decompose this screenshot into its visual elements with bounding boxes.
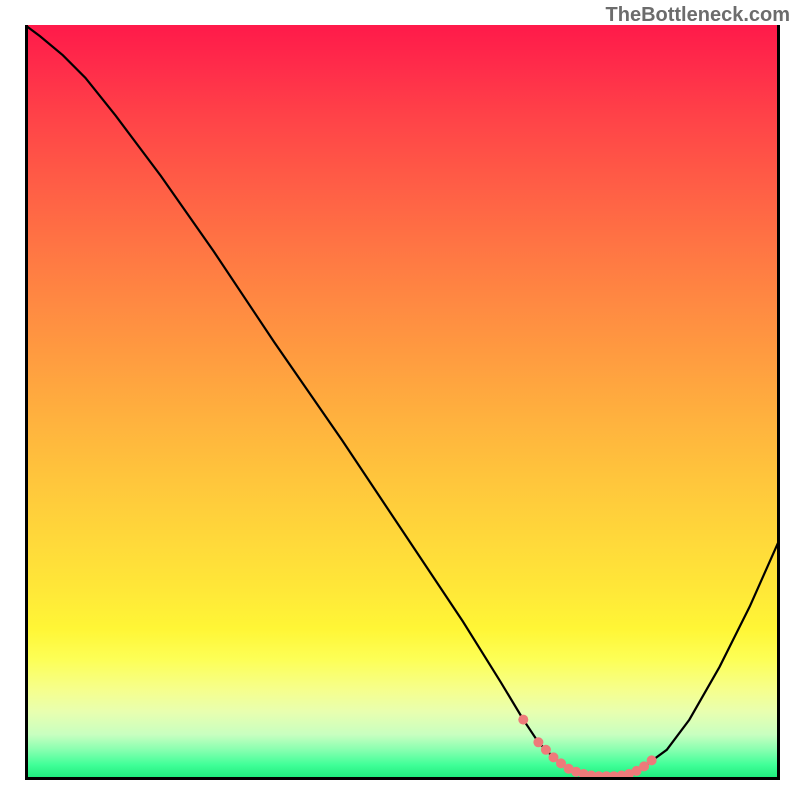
plot-area [25, 25, 780, 780]
optimal-dot [518, 715, 528, 725]
watermark-text: TheBottleneck.com [606, 4, 790, 27]
optimal-zone-dots [518, 715, 656, 780]
chart-container: TheBottleneck.com [0, 0, 800, 800]
optimal-dot [541, 745, 551, 755]
optimal-dot [647, 755, 657, 765]
optimal-dot [533, 737, 543, 747]
dots-layer [25, 25, 780, 780]
